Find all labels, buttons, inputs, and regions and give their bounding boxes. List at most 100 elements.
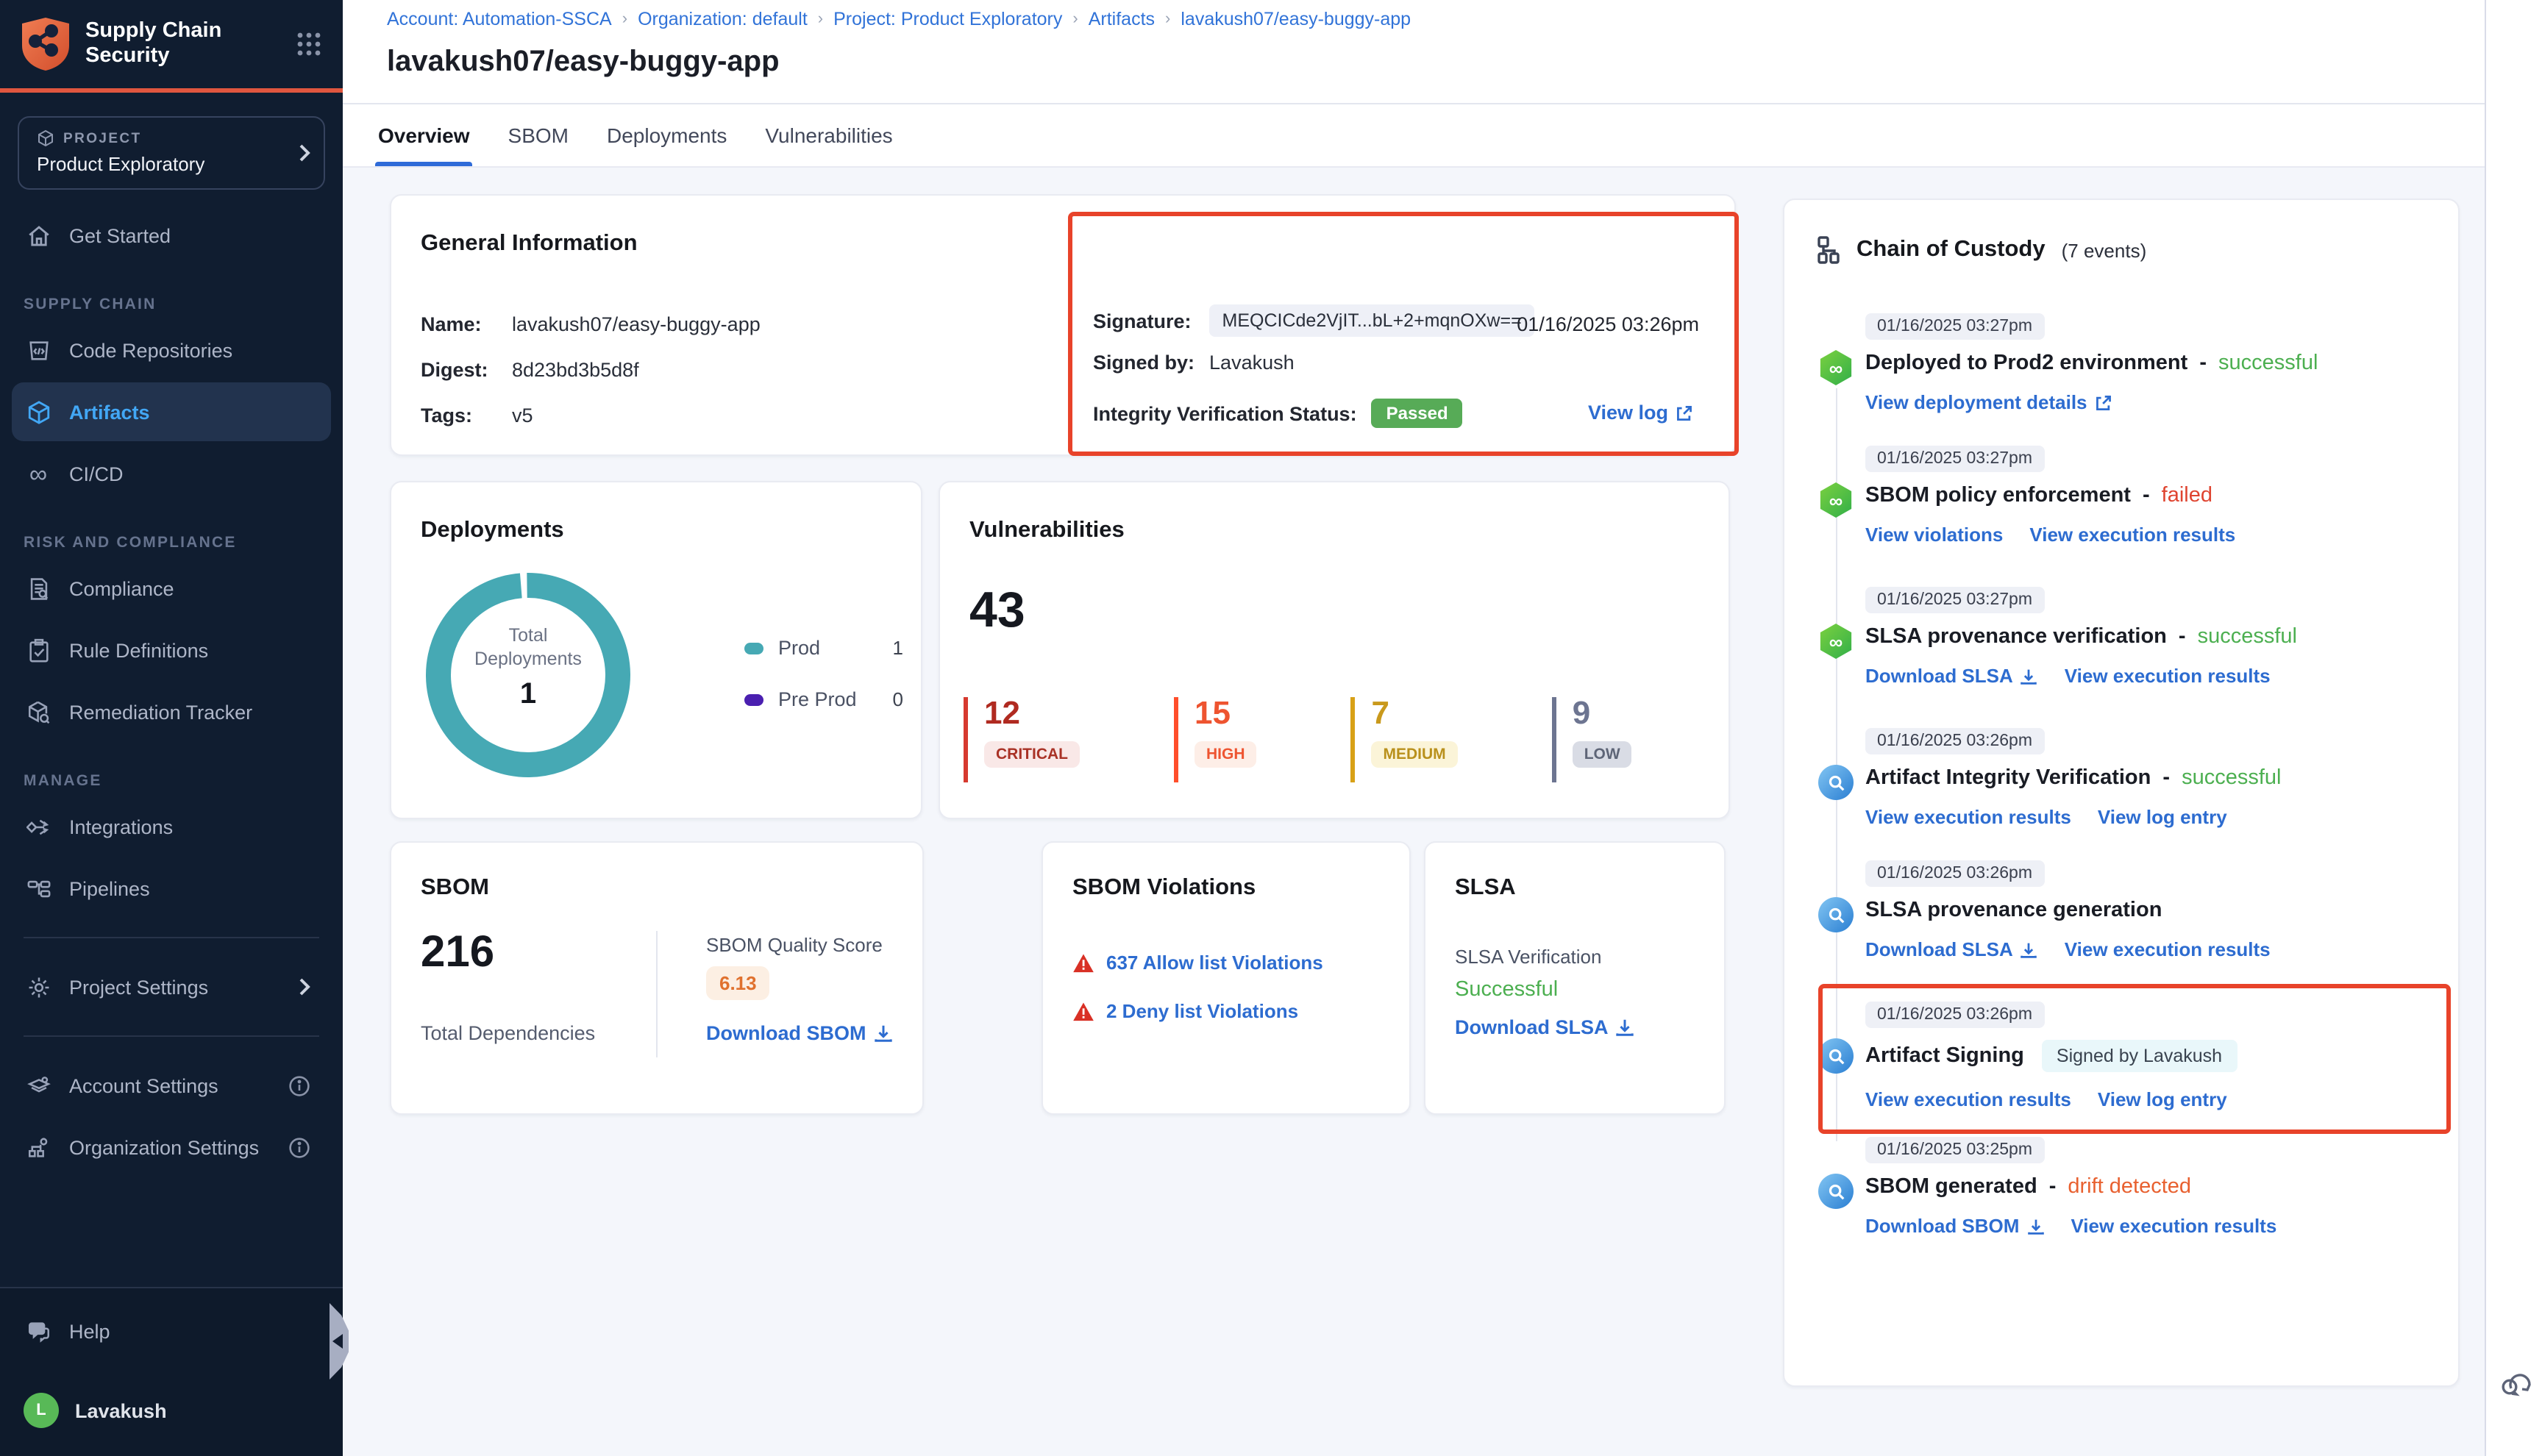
critical-badge: CRITICAL	[984, 741, 1080, 768]
severity-low: 9 LOW	[1552, 697, 1632, 782]
avatar: L	[24, 1393, 59, 1428]
signature-value[interactable]: MEQCICde2VjIT...bL+2+mqnOXw==	[1209, 304, 1535, 337]
app-grid-icon[interactable]	[296, 31, 322, 57]
sidebar-item-project-settings[interactable]: Project Settings	[12, 957, 331, 1016]
view-log-link[interactable]: View log	[1588, 402, 1693, 424]
breadcrumb-project[interactable]: Project: Product Exploratory	[833, 9, 1062, 29]
link-label: Download SBOM	[1865, 1215, 2019, 1237]
chain-of-custody-header: Chain of Custody (7 events)	[1817, 235, 2146, 265]
sidebar-item-label: Pipelines	[69, 877, 150, 899]
chain-of-custody-panel: Chain of Custody (7 events) ∞ 01/16/2025…	[1783, 199, 2460, 1387]
view-execution-results-link[interactable]: View execution results	[2065, 938, 2271, 960]
chevron-sep-icon: ›	[818, 10, 823, 28]
info-icon[interactable]	[288, 1074, 310, 1096]
sidebar-item-get-started[interactable]: Get Started	[12, 206, 331, 265]
view-log-label: View log	[1588, 402, 1668, 424]
event-title: SBOM generated	[1865, 1175, 2037, 1199]
medium-badge: MEDIUM	[1372, 741, 1458, 768]
event-status: successful	[2218, 351, 2318, 375]
card-title: Deployments	[421, 518, 564, 544]
project-selector[interactable]: PROJECT Product Exploratory	[18, 116, 325, 190]
view-execution-results-link[interactable]: View execution results	[2071, 1215, 2276, 1237]
external-link-icon	[1676, 404, 1693, 421]
tags-value: v5	[512, 404, 533, 427]
deny-list-violations-link[interactable]: 2 Deny list Violations	[1106, 1000, 1298, 1022]
event-timestamp: 01/16/2025 03:26pm	[1865, 1002, 2044, 1028]
event-title: Artifact Signing	[1865, 1044, 2024, 1068]
sidebar-item-label: Project Settings	[69, 976, 208, 998]
tab-overview[interactable]: Overview	[378, 104, 470, 166]
breadcrumb-current[interactable]: lavakush07/easy-buggy-app	[1181, 9, 1411, 29]
user-menu[interactable]: L Lavakush	[12, 1381, 331, 1440]
breadcrumb-organization[interactable]: Organization: default	[638, 9, 808, 29]
download-sbom-link[interactable]: Download SBOM	[1865, 1215, 2044, 1237]
dash: -	[2179, 625, 2186, 649]
sidebar-item-label: CI/CD	[69, 463, 124, 485]
legend-label: Pre Prod	[778, 688, 857, 710]
integrations-icon	[24, 814, 53, 839]
chevron-right-icon	[299, 144, 310, 162]
sidebar-item-pipelines[interactable]: Pipelines	[12, 859, 331, 918]
sbom-card: SBOM 216 Total Dependencies SBOM Quality…	[390, 841, 924, 1115]
view-log-entry-link[interactable]: View log entry	[2098, 1088, 2227, 1110]
view-deployment-details-link[interactable]: View deployment details	[1865, 391, 2112, 413]
support-chat-icon[interactable]	[2498, 1365, 2533, 1400]
sidebar-item-help[interactable]: ? Help	[12, 1302, 331, 1360]
card-title: SLSA	[1455, 875, 1516, 902]
download-slsa-link[interactable]: Download SLSA	[1865, 665, 2038, 687]
project-cube-icon	[37, 129, 54, 147]
page-title: lavakush07/easy-buggy-app	[387, 46, 780, 79]
link-label: Download SLSA	[1865, 938, 2013, 960]
sidebar-item-remediation-tracker[interactable]: Remediation Tracker	[12, 682, 331, 741]
slsa-card: SLSA SLSA Verification Successful Downlo…	[1424, 841, 1726, 1115]
view-execution-results-link[interactable]: View execution results	[1865, 806, 2071, 828]
event-title: SBOM policy enforcement	[1865, 484, 2131, 507]
download-slsa-link[interactable]: Download SLSA	[1865, 938, 2038, 960]
compliance-doc-icon	[24, 576, 53, 601]
project-label: PROJECT	[63, 130, 142, 146]
deployments-legend: Prod 1 Pre Prod 0	[744, 637, 903, 740]
chevron-right-icon	[299, 978, 310, 996]
low-badge: LOW	[1573, 741, 1632, 768]
sidebar-item-label: Organization Settings	[69, 1136, 259, 1158]
sidebar-item-label: Account Settings	[69, 1074, 218, 1096]
sidebar-item-cicd[interactable]: ∞ CI/CD	[12, 444, 331, 503]
view-execution-results-link[interactable]: View execution results	[2029, 524, 2235, 546]
sidebar-item-compliance[interactable]: Compliance	[12, 559, 331, 618]
legend-item-prod: Prod 1	[744, 637, 903, 659]
tab-sbom[interactable]: SBOM	[508, 104, 569, 166]
view-violations-link[interactable]: View violations	[1865, 524, 2003, 546]
view-execution-results-link[interactable]: View execution results	[2065, 665, 2271, 687]
sidebar-item-integrations[interactable]: Integrations	[12, 797, 331, 856]
digest-value: 8d23bd3b5d8f	[512, 359, 639, 381]
tab-vulnerabilities[interactable]: Vulnerabilities	[765, 104, 892, 166]
sidebar-item-code-repositories[interactable]: Code Repositories	[12, 321, 331, 379]
breadcrumb-account[interactable]: Account: Automation-SSCA	[387, 9, 612, 29]
download-slsa-link[interactable]: Download SLSA	[1455, 1016, 1635, 1038]
view-execution-results-link[interactable]: View execution results	[1865, 1088, 2071, 1110]
collapse-arrow-icon	[332, 1334, 342, 1349]
sidebar-item-artifacts[interactable]: Artifacts	[12, 382, 331, 441]
sidebar-item-organization-settings[interactable]: Organization Settings	[12, 1118, 331, 1177]
sidebar-item-label: Rule Definitions	[69, 639, 208, 661]
layers-gear-icon	[24, 1073, 53, 1098]
breadcrumb-artifacts[interactable]: Artifacts	[1089, 9, 1155, 29]
info-icon[interactable]	[288, 1136, 310, 1158]
sidebar-divider	[24, 937, 319, 938]
slsa-verification-label: SLSA Verification	[1455, 946, 1601, 968]
allow-list-violations-link[interactable]: 637 Allow list Violations	[1106, 952, 1323, 974]
download-sbom-link[interactable]: Download SBOM	[706, 1022, 893, 1044]
name-label: Name:	[421, 313, 491, 335]
sidebar-item-rule-definitions[interactable]: Rule Definitions	[12, 621, 331, 679]
sidebar-bottom: ? Help L Lavakush	[0, 1287, 343, 1456]
link-label: View execution results	[1865, 1088, 2071, 1110]
sidebar-item-account-settings[interactable]: Account Settings	[12, 1056, 331, 1115]
view-log-entry-link[interactable]: View log entry	[2098, 806, 2227, 828]
link-hexagon-icon: ∞	[1818, 482, 1854, 518]
tab-deployments[interactable]: Deployments	[607, 104, 727, 166]
severity-medium: 7 MEDIUM	[1351, 697, 1458, 782]
chain-event-slsa-verification: ∞ 01/16/2025 03:27pm SLSA provenance ver…	[1784, 585, 2458, 687]
event-status: successful	[2198, 625, 2297, 649]
artifact-name-value: lavakush07/easy-buggy-app	[512, 313, 761, 335]
artifacts-cube-icon	[24, 399, 53, 424]
